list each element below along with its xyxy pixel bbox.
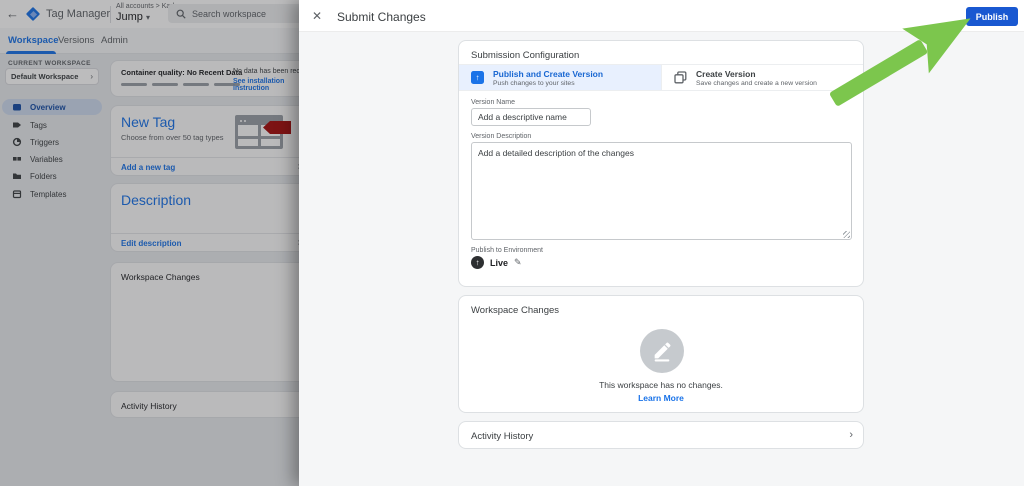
option-subtitle: Push changes to your sites (493, 79, 575, 87)
edit-environment-icon[interactable]: ✎ (514, 257, 522, 268)
empty-state-circle (640, 329, 684, 373)
modal-header: ✕ Submit Changes Publish (299, 0, 1024, 32)
learn-more-link[interactable]: Learn More (459, 393, 863, 403)
create-version-icon (674, 71, 687, 84)
environment-row: ↑ Live ✎ (471, 256, 522, 269)
submission-configuration-title: Submission Configuration (471, 50, 580, 61)
pencil-icon (654, 342, 671, 362)
publish-button[interactable]: Publish (966, 7, 1018, 26)
modal-backdrop[interactable] (0, 0, 299, 486)
activity-history-card[interactable]: Activity History › (458, 421, 864, 449)
option-title: Create Version (696, 68, 756, 79)
version-description-label: Version Description (471, 133, 532, 140)
environment-value: Live (490, 257, 509, 268)
no-changes-message: This workspace has no changes. (599, 380, 723, 390)
option-create-version[interactable]: Create Version Save changes and create a… (661, 65, 863, 90)
textarea-resize-grip[interactable] (843, 231, 850, 238)
workspace-changes-title: Workspace Changes (471, 305, 560, 316)
activity-history-title: Activity History (471, 431, 534, 442)
submission-configuration-card: Submission Configuration ↑ Publish and C… (458, 40, 864, 287)
chevron-right-icon: › (849, 429, 853, 441)
version-name-input[interactable] (471, 108, 591, 126)
option-publish-and-create-version[interactable]: ↑ Publish and Create Version Push change… (459, 65, 661, 90)
workspace-changes-card: Workspace Changes This workspace has no … (458, 295, 864, 413)
close-icon[interactable]: ✕ (312, 9, 322, 23)
publish-environment-label: Publish to Environment (471, 247, 543, 254)
submit-changes-modal: ✕ Submit Changes Publish Submission Conf… (299, 0, 1024, 486)
live-environment-icon: ↑ (471, 256, 484, 269)
version-description-textarea[interactable] (471, 142, 852, 240)
option-subtitle: Save changes and create a new version (696, 79, 817, 87)
modal-title: Submit Changes (337, 10, 426, 24)
version-name-label: Version Name (471, 99, 515, 106)
option-title: Publish and Create Version (493, 68, 604, 79)
screen: ← Tag Manager All accounts > Karl Jump ▾… (0, 0, 1024, 486)
publish-version-icon: ↑ (471, 71, 484, 84)
submission-options: ↑ Publish and Create Version Push change… (459, 64, 863, 91)
